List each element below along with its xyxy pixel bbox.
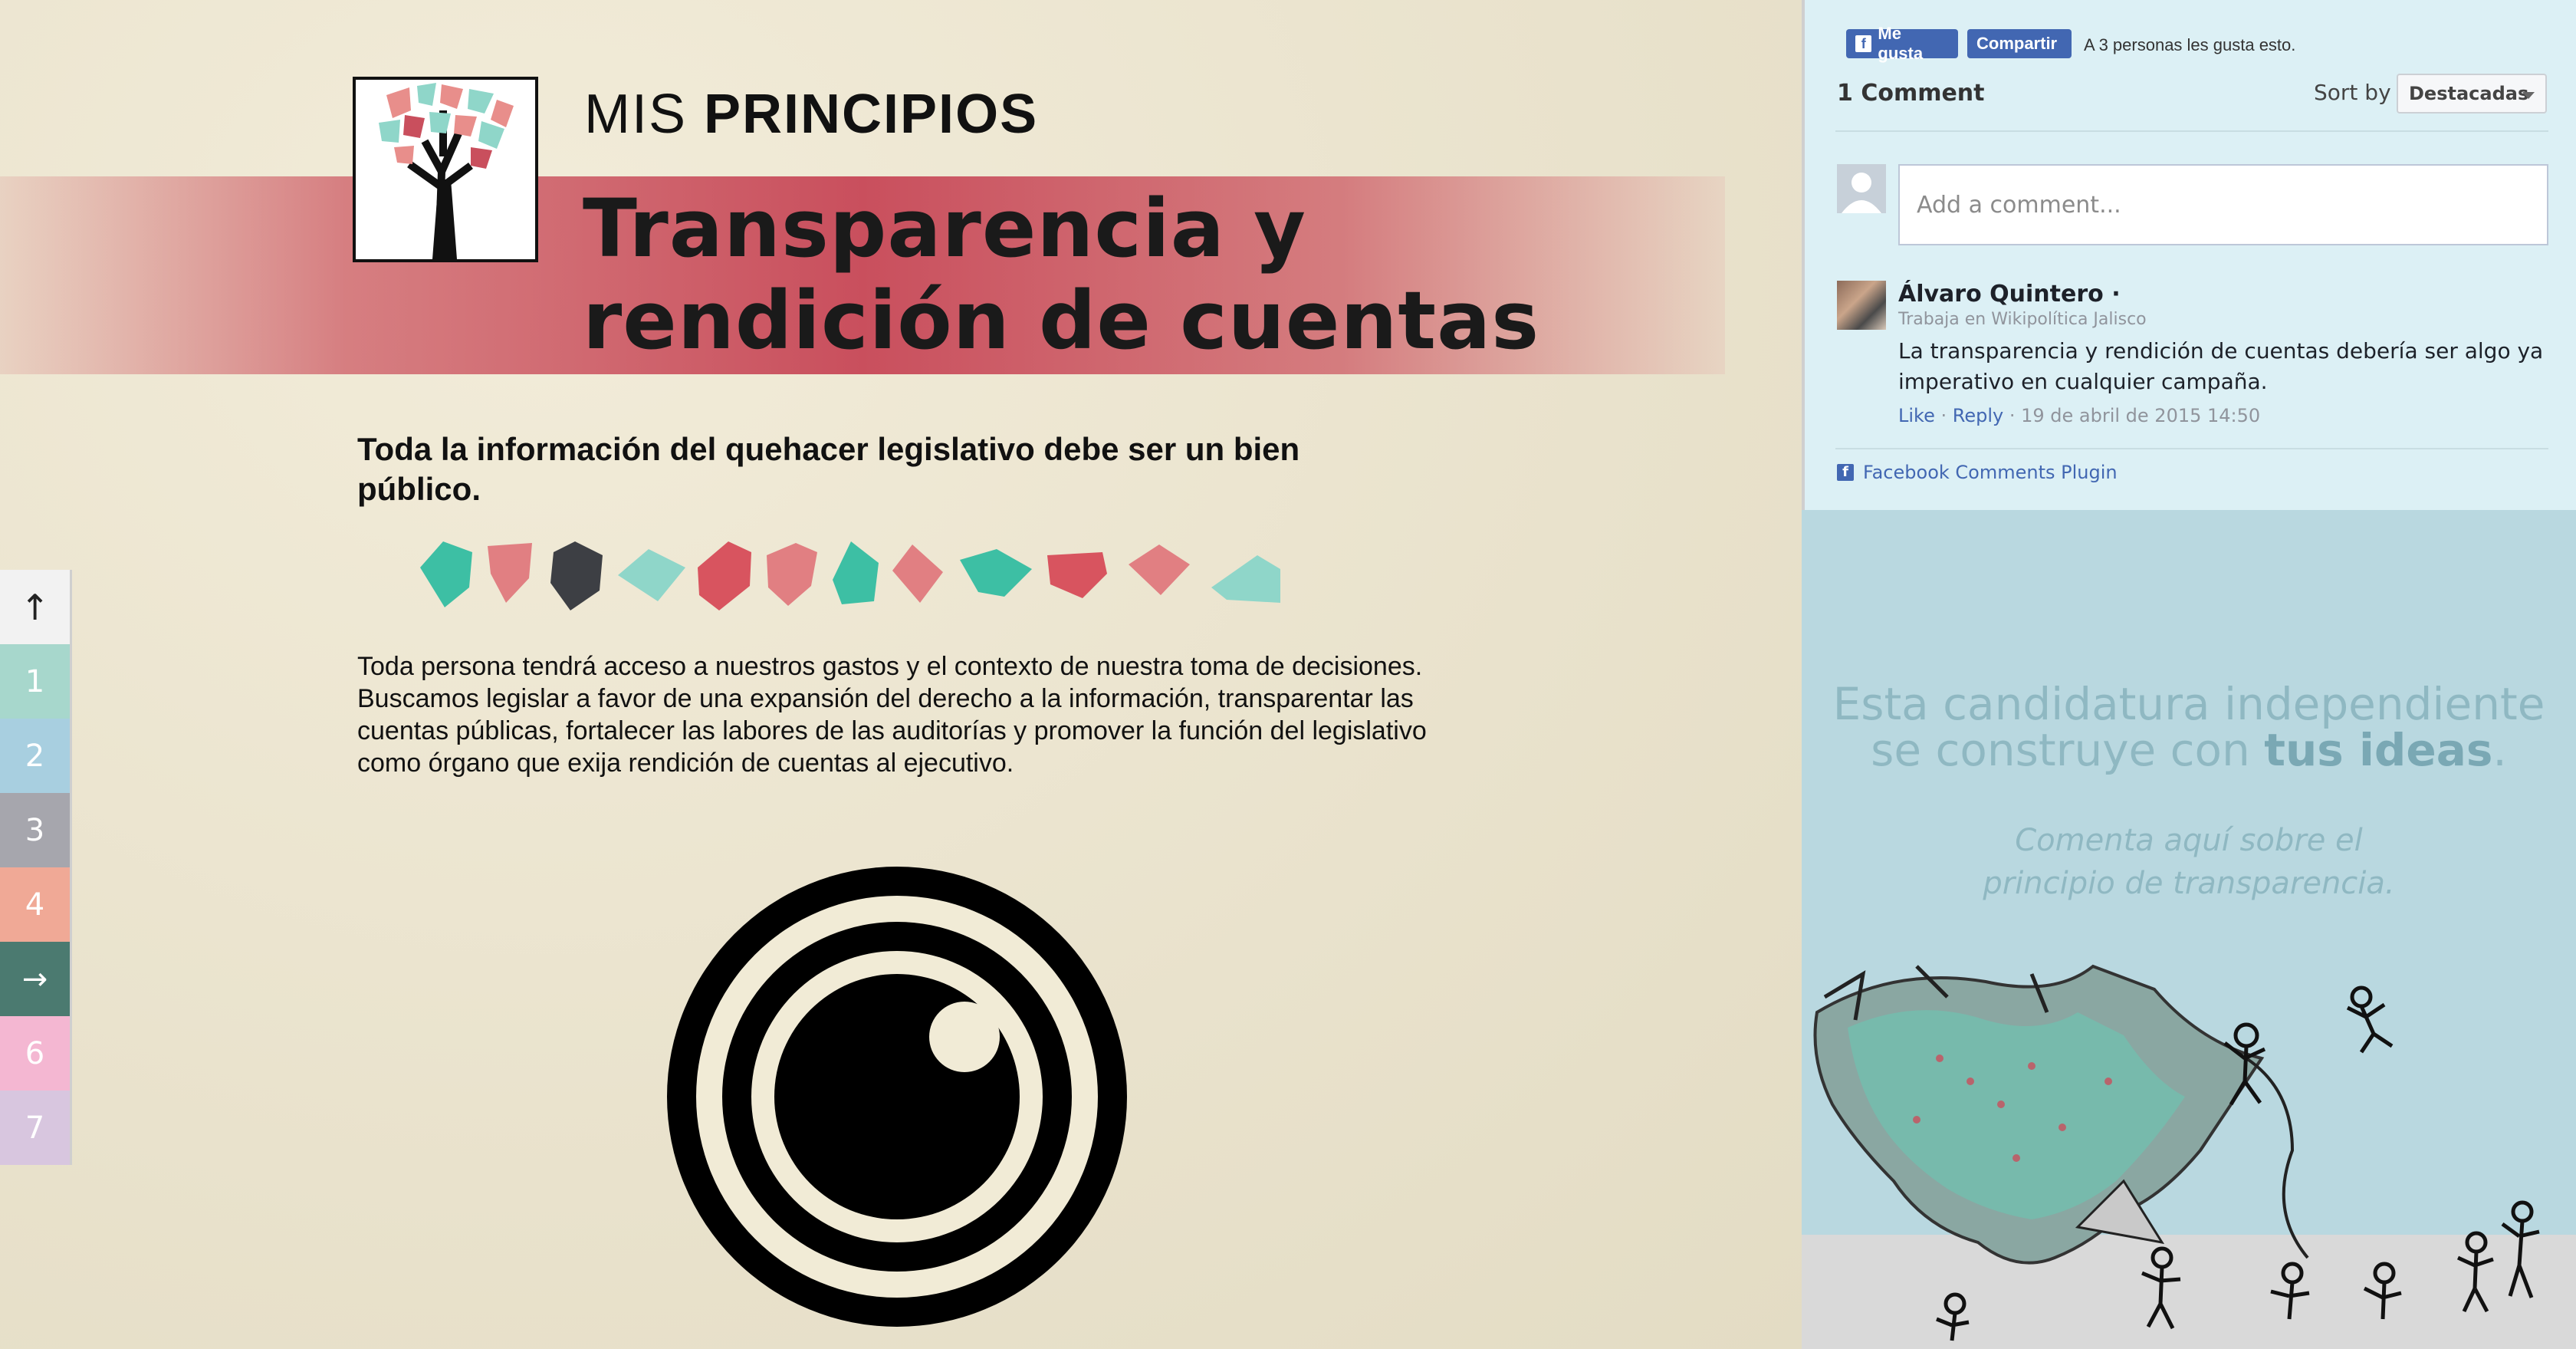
call-to-action-heading: Esta candidatura independiente se constr… [1802, 681, 2576, 773]
decorative-shapes [420, 541, 1280, 610]
sort-dropdown[interactable]: Destacadas [2397, 74, 2547, 114]
section-label: MIS PRINCIPIOS [584, 83, 1038, 146]
nav-up-button[interactable]: ↑ [0, 570, 72, 644]
shape-red [698, 541, 751, 610]
likes-count-text: A 3 personas les gusta esto. [2084, 35, 2296, 54]
shape-pink [488, 543, 532, 603]
people-map-illustration [1802, 951, 2576, 1349]
divider [1835, 130, 2548, 132]
comment-text: La transparencia y rendición de cuentas … [1898, 338, 2544, 394]
comment-author[interactable]: Álvaro Quintero · [1898, 281, 2121, 308]
nav-item-2[interactable]: 2 [0, 719, 72, 793]
shape-light-teal [618, 549, 685, 601]
section-label-light: MIS [584, 84, 705, 145]
shape-pink [1129, 545, 1190, 595]
call-to-action-subtext: Comenta aquí sobre el principio de trans… [1983, 823, 2395, 901]
like-label: Me gusta [1878, 24, 1924, 63]
commenter-avatar[interactable] [1837, 281, 1886, 330]
caret-down-icon [2522, 92, 2535, 99]
shape-light-teal [1211, 555, 1280, 603]
tree-icon [379, 83, 514, 260]
share-label: Compartir [1976, 34, 2058, 53]
shape-pink [767, 543, 817, 606]
principle-subtitle: Toda la información del quehacer legisla… [357, 431, 1300, 507]
cta-line2-post: . [2492, 724, 2507, 776]
facebook-icon: f [1855, 35, 1872, 52]
avatar [1837, 164, 1886, 213]
shape-pink [892, 545, 943, 603]
main-content: MIS PRINCIPIOS Transparencia y rendición… [0, 0, 1802, 1349]
cta-line1: Esta candidatura independiente [1832, 678, 2545, 730]
nav-item-current[interactable]: → [0, 942, 72, 1016]
comment-date[interactable]: 19 de abril de 2015 14:50 [2021, 405, 2260, 426]
nav-item-3[interactable]: 3 [0, 793, 72, 867]
nav-item-7[interactable]: 7 [0, 1091, 72, 1165]
tree-logo [353, 77, 538, 262]
cta-line2: se construye con tus ideas. [1802, 727, 2576, 773]
comment-count: 1 Comment [1837, 80, 1985, 107]
section-label-bold: PRINCIPIOS [704, 84, 1039, 145]
shape-teal [960, 549, 1032, 597]
page-title: Transparencia y rendición de cuentas [583, 183, 1579, 367]
comment-input[interactable]: Add a comment... [1898, 164, 2548, 245]
cta-line2-strong: tus ideas [2264, 724, 2493, 776]
nav-item-6[interactable]: 6 [0, 1016, 72, 1091]
facebook-plugin-link[interactable]: f Facebook Comments Plugin [1837, 462, 2118, 483]
nav-item-1[interactable]: 1 [0, 644, 72, 719]
comment-author-work: Trabaja en Wikipolítica Jalisco [1898, 310, 2147, 329]
page-title-line1: Transparencia y [583, 182, 1306, 275]
separator: · [1934, 405, 1953, 426]
facebook-like-button[interactable]: f Me gusta [1846, 24, 1958, 63]
separator: · [2003, 405, 2022, 426]
page-title-line2: rendición de cuentas [583, 274, 1540, 367]
plugin-label: Facebook Comments Plugin [1863, 462, 2118, 483]
cta-line2-pre: se construye con [1871, 724, 2265, 776]
shape-teal [420, 541, 472, 607]
facebook-share-button[interactable]: Compartir [1967, 29, 2072, 58]
comment-reply-link[interactable]: Reply [1953, 405, 2003, 426]
comment-like-link[interactable]: Like [1898, 405, 1935, 426]
sort-value: Destacadas [2409, 83, 2529, 104]
comment-actions: Like · Reply · 19 de abril de 2015 14:50 [1898, 405, 2260, 426]
principle-body: Toda persona tendrá acceso a nuestros ga… [357, 652, 1427, 778]
section-nav: ↑ 1 2 3 4 → 6 7 [0, 570, 72, 1165]
sort-label: Sort by [2314, 80, 2391, 105]
facebook-comments-widget: f Me gusta Compartir A 3 personas les gus… [1802, 0, 2576, 510]
nav-item-4[interactable]: 4 [0, 867, 72, 942]
eye-icon [667, 867, 1127, 1327]
default-user-icon [1837, 164, 1886, 213]
shape-teal [833, 541, 879, 604]
shape-red [1047, 552, 1107, 598]
facebook-icon: f [1837, 464, 1854, 481]
shape-dark [550, 541, 603, 610]
divider [1835, 448, 2548, 449]
